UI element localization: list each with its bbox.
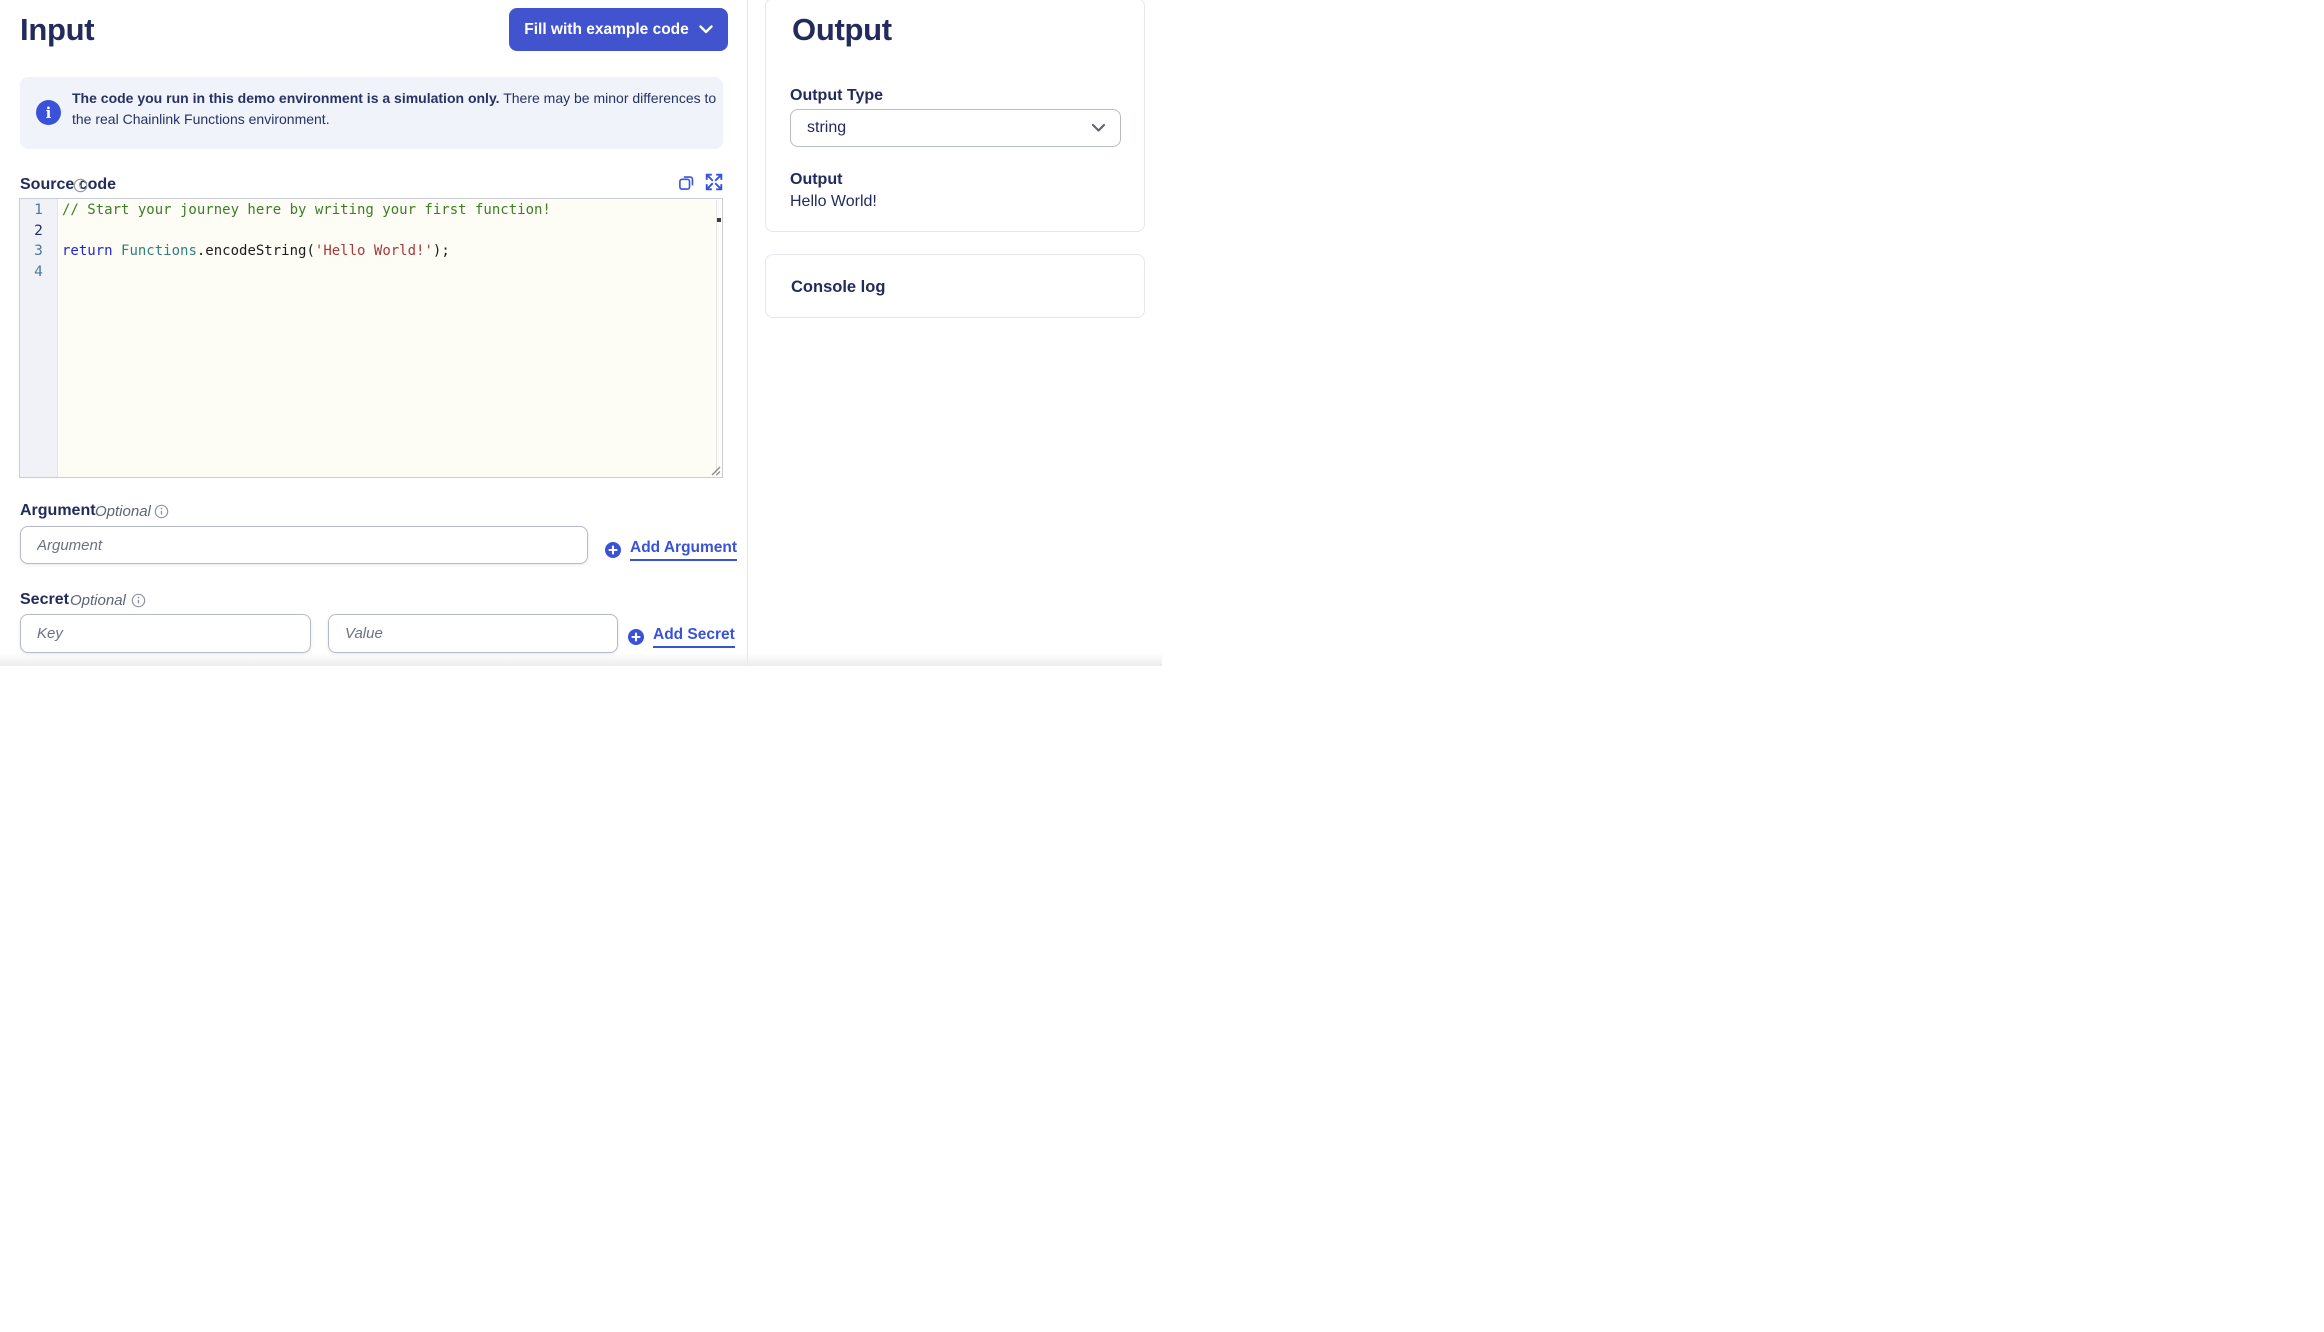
chevron-down-icon [699, 25, 713, 34]
add-secret-button[interactable]: Add Secret [628, 626, 735, 648]
fill-button-label: Fill with example code [524, 20, 689, 38]
secret-label: Secret [20, 591, 69, 608]
code-lines[interactable]: // Start your journey here by writing yo… [58, 199, 722, 477]
console-log-label: Console log [791, 278, 886, 296]
secret-key-input[interactable] [20, 614, 311, 653]
input-panel-title: Input [20, 12, 95, 47]
secret-info-icon[interactable] [131, 593, 146, 608]
source-code-editor[interactable]: 1234 // Start your journey here by writi… [19, 198, 723, 478]
argument-info-icon[interactable] [154, 504, 169, 519]
copy-code-icon[interactable] [678, 174, 695, 191]
plus-circle-icon [628, 629, 644, 645]
argument-label: Argument [20, 502, 96, 519]
expand-editor-icon[interactable] [704, 172, 724, 192]
output-type-value: string [807, 119, 847, 136]
output-panel-title: Output [792, 12, 892, 47]
add-argument-label: Add Argument [630, 539, 738, 561]
add-secret-label: Add Secret [653, 626, 735, 648]
source-code-info-icon[interactable] [73, 178, 88, 193]
banner-text: The code you run in this demo environmen… [72, 88, 716, 129]
output-result-label: Output [790, 171, 843, 188]
info-circle-icon: i [36, 100, 61, 125]
secret-optional-label: Optional [70, 592, 126, 609]
output-type-label: Output Type [790, 87, 884, 104]
editor-resize-handle[interactable] [709, 464, 721, 476]
output-result-value: Hello World! [790, 193, 877, 210]
secret-value-input[interactable] [328, 614, 618, 653]
chevron-down-icon [1091, 123, 1106, 132]
banner-line-1: The code you run in this demo environmen… [72, 90, 717, 106]
plus-circle-icon [605, 542, 621, 558]
argument-optional-label: Optional [95, 503, 151, 520]
editor-scrollbar-track [716, 200, 717, 476]
code-gutter: 1234 [20, 199, 58, 477]
bottom-fade [0, 653, 1162, 666]
output-type-select[interactable]: string [790, 109, 1121, 147]
add-argument-button[interactable]: Add Argument [605, 539, 738, 561]
argument-input[interactable] [20, 526, 588, 564]
simulation-info-banner: i The code you run in this demo environm… [20, 77, 723, 149]
banner-line-2: the real Chainlink Functions environment… [72, 110, 330, 127]
functions-playground-page: Input Fill with example code i The code … [0, 0, 1162, 666]
console-log-card: Console log [765, 254, 1145, 318]
fill-with-example-code-button[interactable]: Fill with example code [509, 8, 728, 51]
source-code-label: Source code [20, 176, 117, 193]
editor-scrollbar-thumb[interactable] [717, 218, 721, 222]
panel-divider [747, 0, 748, 666]
